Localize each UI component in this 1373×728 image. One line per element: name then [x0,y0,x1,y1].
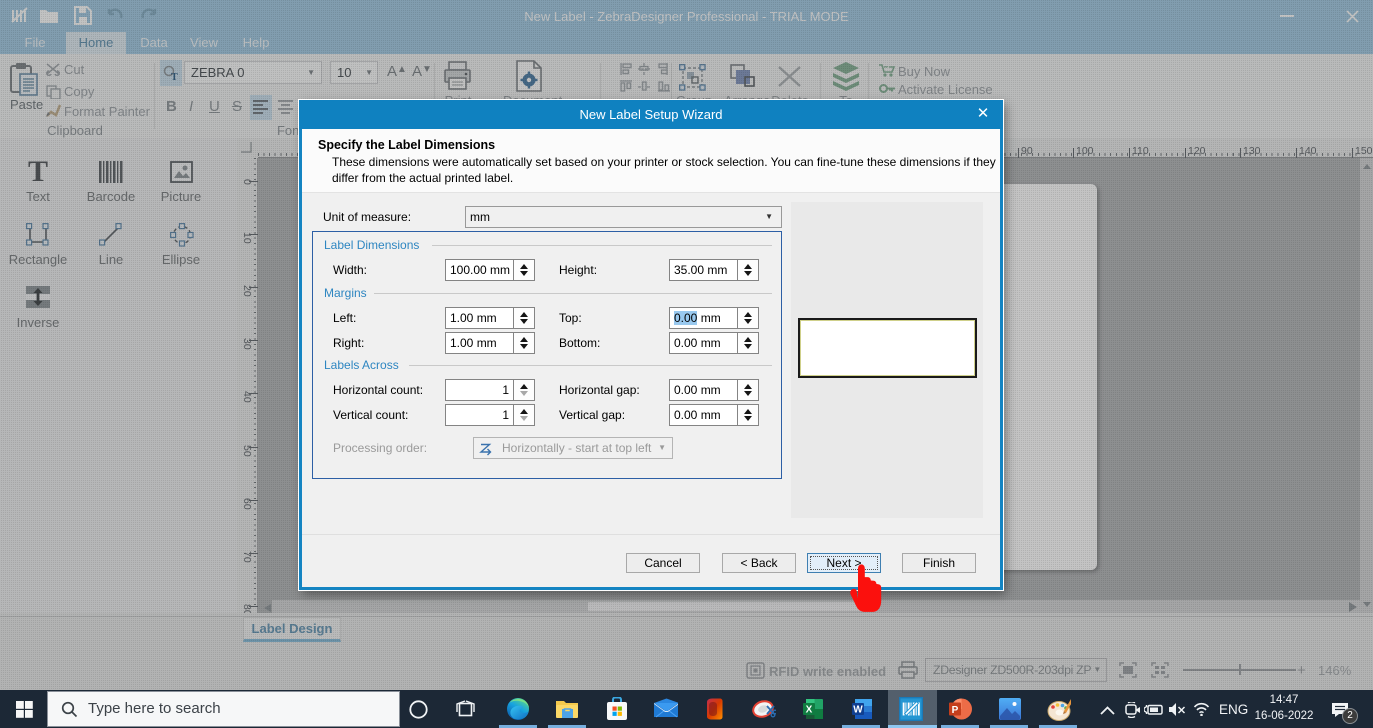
svg-text:P: P [952,705,959,716]
svg-text:W: W [853,705,863,716]
svg-text:X: X [806,705,813,716]
